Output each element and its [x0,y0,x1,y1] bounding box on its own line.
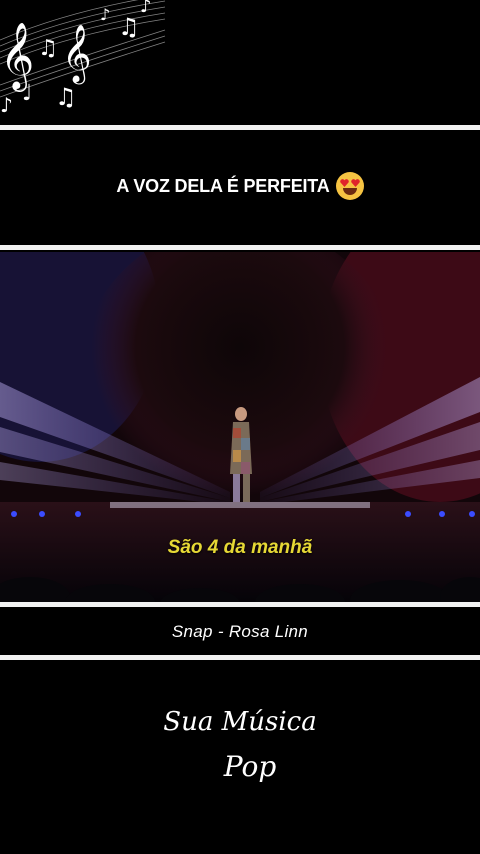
music-note-icon: ♫ [118,13,140,41]
channel-logo: Sua Música Pop [163,707,316,783]
divider-line [0,602,480,607]
divider-line [0,245,480,250]
song-title: Snap - Rosa Linn [171,622,309,641]
video-frame[interactable]: São 4 da manhã [0,252,480,602]
music-note-icon: ♪ [0,93,13,117]
music-note-icon: ♪ [100,5,110,24]
divider-line [0,655,480,660]
music-note-icon: ♪ [140,0,152,17]
logo-line2: Pop [223,750,277,783]
music-notes-decoration: 𝄞 𝄞 ♫ ♫ ♪ ♫ ♩ ♪ ♪ [0,0,166,117]
music-note-icon: ♫ [55,83,77,111]
caption-band: A VOZ DELA É PERFEITA [0,130,480,242]
music-note-icon: ♩ [22,81,32,106]
logo-line1: Sua Música [163,707,316,737]
music-note-icon: ♫ [38,36,58,61]
heart-eyes-emoji-icon [335,172,364,200]
video-subtitle: São 4 da manhã [167,537,313,558]
caption-text: A VOZ DELA É PERFEITA [116,175,330,196]
treble-clef-icon: 𝄞 [62,24,92,85]
